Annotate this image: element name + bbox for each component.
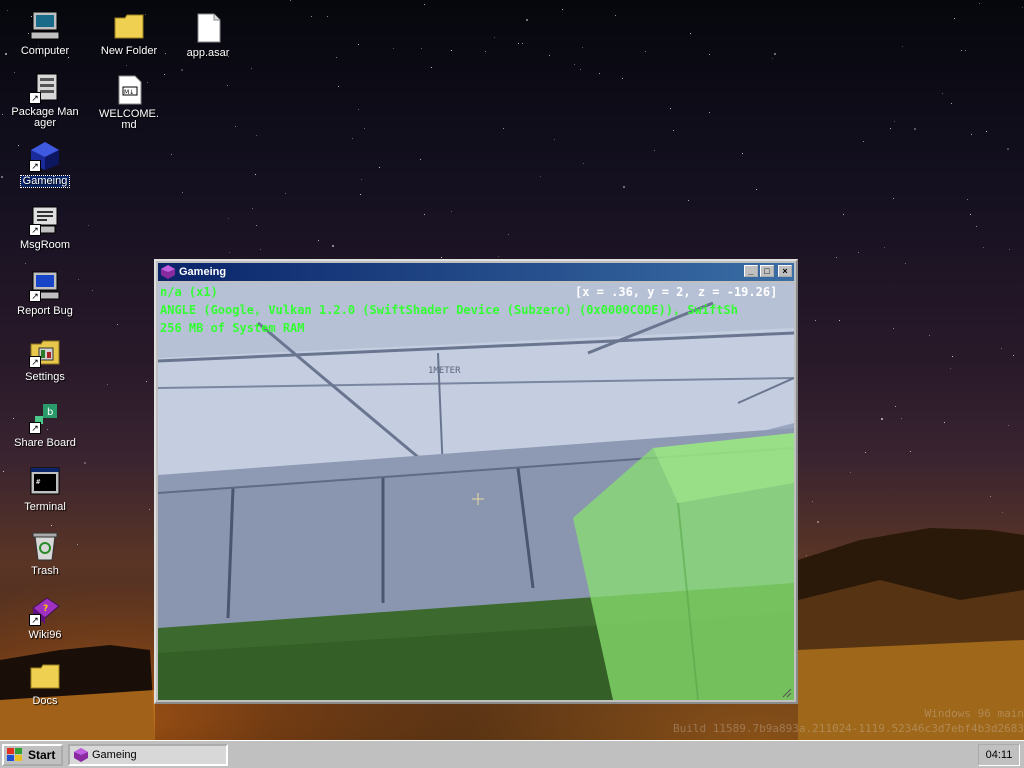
hud-renderer: ANGLE (Google, Vulkan 1.2.0 (SwiftShader… xyxy=(160,303,738,317)
desktop-icon-label: Settings xyxy=(25,371,65,383)
desktop-icon-package-manager[interactable]: ↗ Package Manager xyxy=(7,72,83,129)
hud-fps: n/a (x1) xyxy=(160,285,218,299)
watermark-line1: Windows 96 main xyxy=(924,707,1024,720)
desktop-icon-wiki96[interactable]: ? ↗ Wiki96 xyxy=(7,594,83,641)
system-tray-clock[interactable]: 04:11 xyxy=(978,744,1020,766)
desktop-icon-label: Terminal xyxy=(24,501,66,513)
gameing-window[interactable]: Gameing _ □ × 1METER n/a (x1) [x = .36, … xyxy=(154,259,798,704)
share-board-icon: b ↗ xyxy=(29,402,61,434)
shortcut-arrow-icon: ↗ xyxy=(29,224,41,236)
desktop-icon-docs[interactable]: Docs xyxy=(7,660,83,707)
desktop-icon-computer[interactable]: Computer xyxy=(7,10,83,57)
shortcut-arrow-icon: ↗ xyxy=(29,92,41,104)
desktop-icon-label: Wiki96 xyxy=(28,629,62,641)
desktop-icon-label: Share Board xyxy=(14,437,76,449)
clock: 04:11 xyxy=(985,749,1013,761)
build-watermark: Windows 96 main Build 11589.7b9a893a.211… xyxy=(673,706,1024,736)
desktop-icon-label: Gameing xyxy=(19,175,71,188)
desktop-icon-trash[interactable]: Trash xyxy=(7,530,83,577)
desktop-icon-label: Docs xyxy=(32,695,58,707)
ceiling-label: 1METER xyxy=(428,366,461,376)
window-title: Gameing xyxy=(179,266,227,278)
shortcut-arrow-icon: ↗ xyxy=(29,356,41,368)
desktop-icon-msgroom[interactable]: ↗ MsgRoom xyxy=(7,204,83,251)
shortcut-arrow-icon: ↗ xyxy=(29,422,41,434)
desktop-icon-welcome-md[interactable]: M↓ WELCOME.md xyxy=(91,74,167,131)
hud-ram: 256 MB of System RAM xyxy=(160,321,305,335)
desktop-icon-label: app.asar xyxy=(186,47,230,59)
maximize-button[interactable]: □ xyxy=(760,265,774,277)
folder-icon xyxy=(113,10,145,42)
shortcut-arrow-icon: ↗ xyxy=(29,614,41,626)
desktop-icon-share-board[interactable]: b ↗ Share Board xyxy=(7,402,83,449)
trash-icon xyxy=(29,530,61,562)
desktop-icon-label: MsgRoom xyxy=(19,239,71,251)
watermark-line2: Build 11589.7b9a893a.211024-1119.52346c3… xyxy=(673,722,1024,735)
resize-grip-icon[interactable] xyxy=(782,688,792,698)
wiki96-icon: ? ↗ xyxy=(29,594,61,626)
desktop-icon-gameing[interactable]: ↗ Gameing xyxy=(7,140,83,188)
hud-coordinates: [x = .36, y = 2, z = -19.26] xyxy=(575,285,778,299)
minimize-button[interactable]: _ xyxy=(744,265,758,277)
desktop-icon-settings[interactable]: ↗ Settings xyxy=(7,336,83,383)
svg-text:b: b xyxy=(47,407,53,418)
terminal-icon: # xyxy=(29,466,61,498)
start-label: Start xyxy=(28,748,56,762)
report-bug-icon: ↗ xyxy=(29,270,61,302)
shortcut-arrow-icon: ↗ xyxy=(29,290,41,302)
start-button[interactable]: Start xyxy=(2,744,63,766)
taskbar-item-gameing[interactable]: Gameing xyxy=(68,744,228,766)
gameing-icon xyxy=(74,748,88,762)
settings-icon: ↗ xyxy=(29,336,61,368)
msgroom-icon: ↗ xyxy=(29,204,61,236)
computer-icon xyxy=(29,10,61,42)
game-viewport[interactable]: 1METER n/a (x1) [x = .36, y = 2, z = -19… xyxy=(158,283,794,700)
gameing-icon: ↗ xyxy=(29,140,61,172)
desktop-icon-new-folder[interactable]: New Folder xyxy=(91,10,167,57)
markdown-file-icon: M↓ xyxy=(113,74,145,106)
package-manager-icon: ↗ xyxy=(29,72,61,104)
taskbar: Start Gameing 04:11 xyxy=(0,740,1024,768)
desktop-icon-label: Package Manager xyxy=(11,106,79,129)
shortcut-arrow-icon: ↗ xyxy=(29,160,41,172)
game-scene: 1METER xyxy=(158,283,794,700)
desktop-icon-label: New Folder xyxy=(100,45,158,57)
desktop-icon-label: WELCOME.md xyxy=(99,108,159,131)
svg-text:M↓: M↓ xyxy=(124,89,134,96)
desktop-icon-label: Trash xyxy=(31,565,59,577)
desktop-icon-app-asar[interactable]: app.asar xyxy=(170,12,246,59)
svg-text:?: ? xyxy=(43,604,48,614)
close-button[interactable]: × xyxy=(778,265,792,277)
folder-icon xyxy=(29,660,61,692)
gameing-icon xyxy=(161,265,175,279)
window-titlebar[interactable]: Gameing _ □ × xyxy=(158,263,794,281)
desktop-icon-label: Computer xyxy=(20,45,70,57)
file-icon xyxy=(192,12,224,44)
desktop-icon-report-bug[interactable]: ↗ Report Bug xyxy=(7,270,83,317)
windows-logo-icon xyxy=(7,748,23,762)
taskbar-item-label: Gameing xyxy=(92,749,137,761)
desktop-icon-terminal[interactable]: # Terminal xyxy=(7,466,83,513)
desktop-icon-label: Report Bug xyxy=(17,305,73,317)
